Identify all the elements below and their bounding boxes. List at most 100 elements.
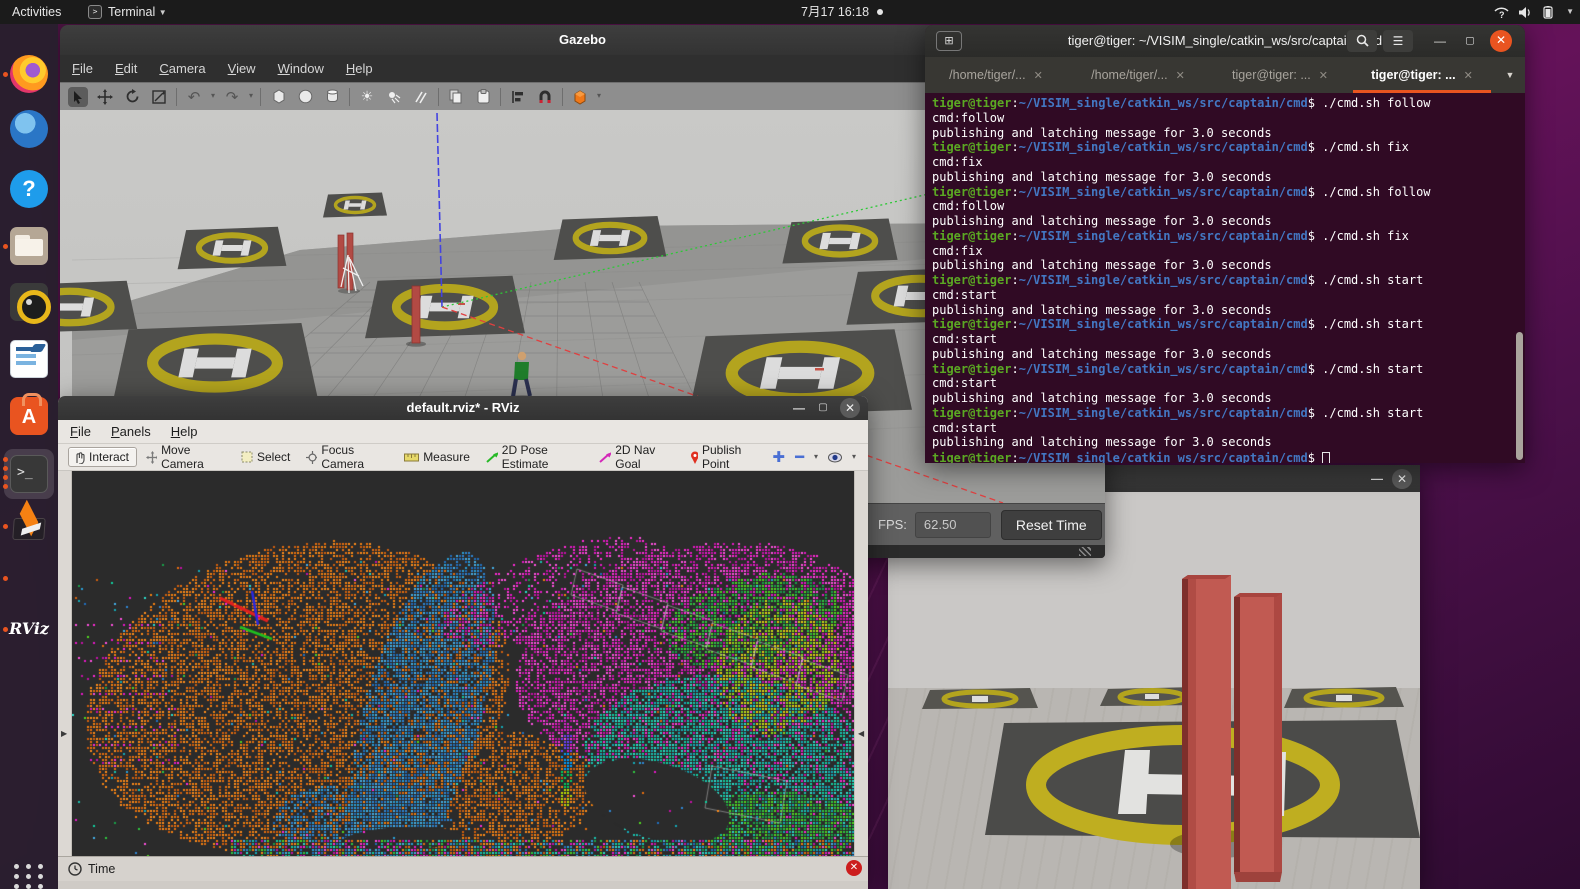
tool-focus-camera[interactable]: Focus Camera (301, 441, 395, 473)
tab-4-active[interactable]: tiger@tiger: ...✕ (1351, 57, 1493, 93)
rviz-titlebar[interactable]: default.rviz* - RViz — ▢ ✕ (58, 396, 868, 420)
desktop: mouse_window — ✕ (0, 0, 1580, 889)
notification-dot (877, 9, 883, 15)
menu-edit[interactable]: Edit (115, 61, 137, 76)
terminal-titlebar[interactable]: tiger@tiger: ~/VISIM_single/catkin_ws/sr… (925, 25, 1525, 57)
menu-panels[interactable]: Panels (111, 424, 151, 439)
copy-icon[interactable] (446, 87, 466, 107)
tab-close-icon[interactable]: ✕ (1176, 69, 1185, 82)
scale-icon[interactable] (149, 87, 169, 107)
tab-close-icon[interactable]: ✕ (1464, 69, 1473, 82)
show-applications-button[interactable] (0, 864, 58, 889)
translate-icon[interactable] (95, 87, 115, 107)
menu-window[interactable]: Window (278, 61, 324, 76)
minimize-icon[interactable]: — (1433, 34, 1447, 48)
system-status-area[interactable]: ? ▼ (1494, 0, 1574, 24)
fps-label: FPS: (878, 517, 907, 532)
files-icon (10, 227, 48, 265)
cylinder-icon[interactable] (322, 87, 342, 107)
dock-rviz[interactable]: RViz (0, 619, 58, 638)
right-panel-collapsed[interactable]: ◀ (854, 471, 868, 881)
close-icon[interactable]: ✕ (1392, 469, 1412, 489)
terminal-line: cmd:start (932, 332, 1525, 347)
dock-files[interactable] (0, 227, 58, 265)
menu-view[interactable]: View (228, 61, 256, 76)
move-camera-icon (146, 451, 157, 464)
dock-libreoffice-writer[interactable] (0, 340, 58, 378)
tool-2d-nav-goal[interactable]: 2D Nav Goal (594, 441, 680, 473)
tab-close-icon[interactable]: ✕ (1034, 69, 1043, 82)
dock-thunderbird[interactable] (0, 110, 58, 148)
tool-select[interactable]: Select (236, 448, 297, 466)
tool-properties-icon[interactable] (828, 452, 842, 463)
directional-light-icon[interactable] (411, 87, 431, 107)
fps-value-field[interactable]: 62.50 (915, 512, 991, 538)
menu-help[interactable]: Help (346, 61, 373, 76)
select-arrow-icon[interactable] (68, 87, 88, 107)
tool-interact[interactable]: Interact (68, 447, 137, 467)
maximize-icon[interactable]: ▢ (816, 396, 830, 420)
rviz-logo: RViz (9, 619, 49, 638)
tab-2[interactable]: /home/tiger/...✕ (1067, 57, 1209, 93)
minimize-icon[interactable]: — (1370, 465, 1384, 492)
point-light-icon[interactable]: ☀ (357, 87, 377, 107)
close-time-panel-icon[interactable]: ✕ (846, 860, 862, 876)
add-tool-icon[interactable]: ✚ (772, 448, 785, 466)
clock-button[interactable]: 7月17 16:18 (795, 0, 889, 24)
menu-help[interactable]: Help (171, 424, 198, 439)
align-icon[interactable] (508, 87, 528, 107)
snap-magnet-icon[interactable] (535, 87, 555, 107)
menu-file[interactable]: File (72, 61, 93, 76)
clock-icon (68, 862, 82, 876)
undo-icon[interactable]: ↶ (184, 87, 204, 107)
rotate-icon[interactable] (122, 87, 142, 107)
remove-tool-icon[interactable]: ━ (795, 448, 804, 466)
firefox-icon (10, 55, 48, 93)
hamburger-menu-icon[interactable]: ☰ (1383, 30, 1413, 52)
network-question-icon: ? (1494, 6, 1509, 19)
tool-measure[interactable]: Measure (399, 448, 477, 466)
terminal-app-icon: > (88, 5, 102, 19)
redo-icon[interactable]: ↷ (222, 87, 242, 107)
activities-button[interactable]: Activities (6, 0, 67, 24)
terminal-line: publishing and latching message for 3.0 … (932, 170, 1525, 185)
tool-2d-pose-estimate[interactable]: 2D Pose Estimate (481, 441, 591, 473)
tab-list-caret-icon[interactable]: ▼ (1495, 57, 1525, 93)
tab-close-icon[interactable]: ✕ (1319, 69, 1328, 82)
menu-file[interactable]: File (70, 424, 91, 439)
dock-ubuntu-software[interactable]: A (0, 397, 58, 435)
paste-icon[interactable] (473, 87, 493, 107)
tool-publish-point[interactable]: Publish Point (685, 441, 769, 473)
terminal-output[interactable]: tiger@tiger:~/VISIM_single/catkin_ws/src… (925, 93, 1525, 463)
dock-rhythmbox[interactable] (0, 283, 58, 321)
box-icon[interactable] (268, 87, 288, 107)
minimize-icon[interactable]: — (792, 396, 806, 420)
maximize-icon[interactable]: ▢ (1463, 36, 1477, 47)
search-icon[interactable] (1347, 30, 1377, 52)
dock-firefox[interactable] (0, 55, 58, 93)
tab-1[interactable]: /home/tiger/...✕ (925, 57, 1067, 93)
close-icon[interactable]: ✕ (840, 398, 860, 418)
rviz-window[interactable]: default.rviz* - RViz — ▢ ✕ File Panels H… (58, 396, 868, 889)
dock-gazebo[interactable] (0, 506, 58, 542)
sphere-icon[interactable] (295, 87, 315, 107)
terminal-window[interactable]: tiger@tiger: ~/VISIM_single/catkin_ws/sr… (925, 25, 1525, 463)
menu-camera[interactable]: Camera (159, 61, 205, 76)
change-view-icon[interactable] (570, 87, 590, 107)
dock-terminal-active[interactable]: >_ (0, 449, 58, 499)
rviz-3d-viewport[interactable] (72, 471, 854, 856)
help-icon: ? (10, 170, 48, 208)
terminal-scrollbar-thumb[interactable] (1516, 332, 1523, 460)
reset-time-button[interactable]: Reset Time (1001, 510, 1102, 540)
spot-light-icon[interactable] (384, 87, 404, 107)
app-menu-button[interactable]: Terminal ▼ (102, 0, 173, 24)
resize-grip-icon[interactable] (1079, 547, 1091, 556)
dock-help[interactable]: ? (0, 170, 58, 208)
tool-move-camera[interactable]: Move Camera (141, 441, 232, 473)
new-tab-icon[interactable]: ⊞ (936, 31, 962, 51)
left-panel-collapsed[interactable]: ▶ (58, 471, 72, 881)
close-icon[interactable]: ✕ (1490, 30, 1512, 52)
terminal-line: tiger@tiger:~/VISIM_single/catkin_ws/src… (932, 185, 1525, 200)
tab-3[interactable]: tiger@tiger: ...✕ (1209, 57, 1351, 93)
gazebo-title: Gazebo (559, 32, 606, 47)
